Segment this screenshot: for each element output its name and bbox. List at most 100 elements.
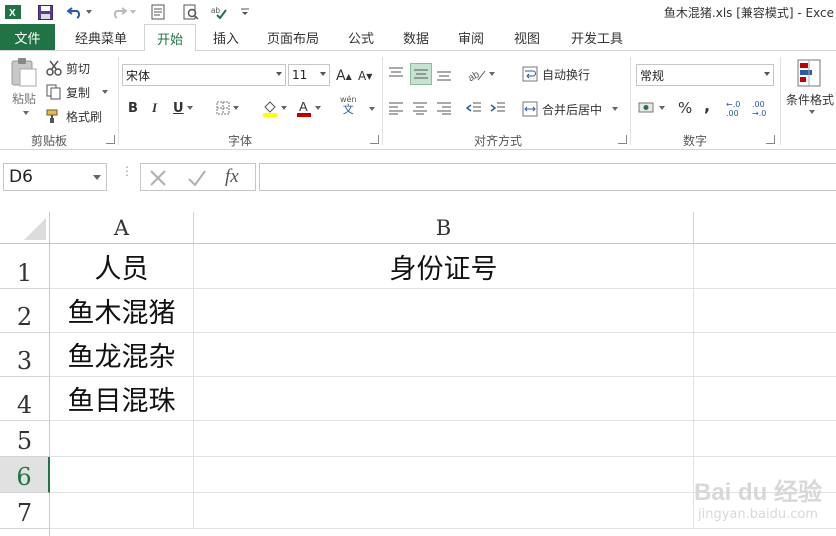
currency-icon: [638, 100, 656, 116]
italic-button[interactable]: I: [152, 99, 157, 117]
print-preview-icon[interactable]: [182, 3, 200, 21]
font-size-select[interactable]: 11: [288, 64, 330, 86]
cell-a4[interactable]: 鱼目混珠: [50, 377, 194, 421]
cell-c4[interactable]: [694, 377, 836, 421]
percent-button[interactable]: %: [678, 98, 692, 118]
row-header-1[interactable]: 1: [0, 244, 50, 289]
align-bottom-button[interactable]: [436, 66, 454, 84]
cell-b7[interactable]: [194, 493, 694, 529]
column-header-a[interactable]: A: [50, 212, 194, 244]
cell-b4[interactable]: [194, 377, 694, 421]
cell-a7[interactable]: [50, 493, 194, 529]
font-launcher-icon[interactable]: [370, 135, 379, 144]
save-icon[interactable]: [36, 3, 54, 21]
clipboard-launcher-icon[interactable]: [106, 135, 115, 144]
conditional-format-button[interactable]: 条件格式: [784, 59, 836, 121]
tab-developer[interactable]: 开发工具: [562, 24, 632, 50]
select-all-button[interactable]: [0, 212, 50, 244]
orientation-button[interactable]: ab: [468, 64, 495, 84]
spelling-check-icon[interactable]: ab: [210, 3, 232, 21]
paste-icon: [10, 57, 38, 87]
group-divider: [630, 57, 631, 145]
cell-c1[interactable]: [694, 244, 836, 289]
column-header-c[interactable]: [694, 212, 836, 244]
cell-b1[interactable]: 身份证号: [194, 244, 694, 289]
wrap-text-button[interactable]: 自动换行: [522, 64, 590, 84]
row-header-2[interactable]: 2: [0, 289, 50, 333]
decrease-decimal-button[interactable]: .00 →.0: [752, 97, 774, 121]
cell-a3[interactable]: 鱼龙混杂: [50, 333, 194, 377]
cell-a6[interactable]: [50, 457, 194, 493]
formula-buttons: fx: [140, 163, 256, 191]
insert-function-button[interactable]: fx: [225, 166, 239, 188]
wrap-text-icon: [522, 66, 538, 82]
increase-decimal-button[interactable]: ←.0 .00: [726, 97, 748, 121]
row-header-6[interactable]: 6: [0, 457, 50, 493]
column-header-b[interactable]: B: [194, 212, 694, 244]
cut-button[interactable]: 剪切: [46, 58, 90, 78]
row-header-3[interactable]: 3: [0, 333, 50, 377]
tab-page-layout[interactable]: 页面布局: [258, 24, 328, 50]
tab-insert[interactable]: 插入: [204, 24, 248, 50]
align-top-button[interactable]: [388, 64, 406, 82]
cell-b3[interactable]: [194, 333, 694, 377]
align-left-button[interactable]: [388, 99, 406, 117]
increase-indent-button[interactable]: [490, 99, 508, 117]
form-icon[interactable]: [150, 3, 168, 21]
clipboard-group-label: 剪贴板: [30, 134, 67, 148]
align-center-button[interactable]: [412, 99, 430, 117]
name-box[interactable]: D6: [3, 163, 107, 191]
tab-data[interactable]: 数据: [395, 24, 437, 50]
enter-check-icon[interactable]: [187, 169, 207, 187]
alignment-launcher-icon[interactable]: [618, 135, 627, 144]
number-format-select[interactable]: 常规: [636, 64, 774, 86]
formula-input[interactable]: [259, 163, 836, 191]
row-header-4[interactable]: 4: [0, 377, 50, 421]
fill-color-button[interactable]: [262, 97, 287, 119]
underline-button[interactable]: U: [173, 99, 193, 117]
row-header-5[interactable]: 5: [0, 421, 50, 457]
number-launcher-icon[interactable]: [766, 135, 775, 144]
cell-c5[interactable]: [694, 421, 836, 457]
tab-home[interactable]: 开始: [144, 24, 196, 51]
undo-icon[interactable]: [64, 3, 94, 21]
font-color-button[interactable]: A: [296, 97, 321, 119]
cell-a5[interactable]: [50, 421, 194, 457]
row-header-8[interactable]: [0, 529, 50, 536]
tab-view[interactable]: 视图: [506, 24, 548, 50]
phonetic-dropdown-icon[interactable]: [369, 107, 375, 111]
increase-font-size-button[interactable]: A ▲: [336, 66, 352, 86]
cell-a1[interactable]: 人员: [50, 244, 194, 289]
font-color-icon: A: [296, 99, 312, 117]
conditional-format-dropdown-icon: [808, 110, 815, 114]
customize-qat-icon[interactable]: [240, 3, 250, 21]
cancel-icon[interactable]: [149, 169, 167, 187]
phonetic-guide-button[interactable]: wén 文: [340, 95, 357, 119]
cell-b2[interactable]: [194, 289, 694, 333]
tab-classic-menu[interactable]: 经典菜单: [64, 24, 138, 50]
merge-center-button[interactable]: 合并后居中: [522, 99, 619, 119]
formula-bar-splitter[interactable]: ⋮: [121, 165, 133, 186]
align-right-button[interactable]: [436, 99, 454, 117]
tab-review[interactable]: 审阅: [450, 24, 492, 50]
tab-file[interactable]: 文件: [0, 24, 55, 50]
copy-button[interactable]: 复制: [46, 82, 109, 102]
accounting-format-button[interactable]: [638, 99, 665, 117]
paste-button[interactable]: 粘贴: [6, 57, 42, 123]
cell-a2[interactable]: 鱼木混猪: [50, 289, 194, 333]
align-middle-button[interactable]: [410, 63, 432, 85]
format-painter-button[interactable]: 格式刷: [46, 106, 102, 126]
tab-formulas[interactable]: 公式: [340, 24, 382, 50]
cell-c2[interactable]: [694, 289, 836, 333]
cell-b6[interactable]: [194, 457, 694, 493]
cell-c3[interactable]: [694, 333, 836, 377]
borders-button[interactable]: [216, 99, 239, 117]
font-name-select[interactable]: 宋体: [122, 64, 286, 86]
decrease-indent-button[interactable]: [466, 99, 484, 117]
redo-icon[interactable]: [108, 3, 138, 21]
cell-b5[interactable]: [194, 421, 694, 457]
comma-button[interactable]: ,: [704, 95, 710, 115]
row-header-7[interactable]: 7: [0, 493, 50, 529]
decrease-font-size-button[interactable]: A ▼: [358, 66, 372, 86]
bold-button[interactable]: B: [128, 99, 138, 117]
